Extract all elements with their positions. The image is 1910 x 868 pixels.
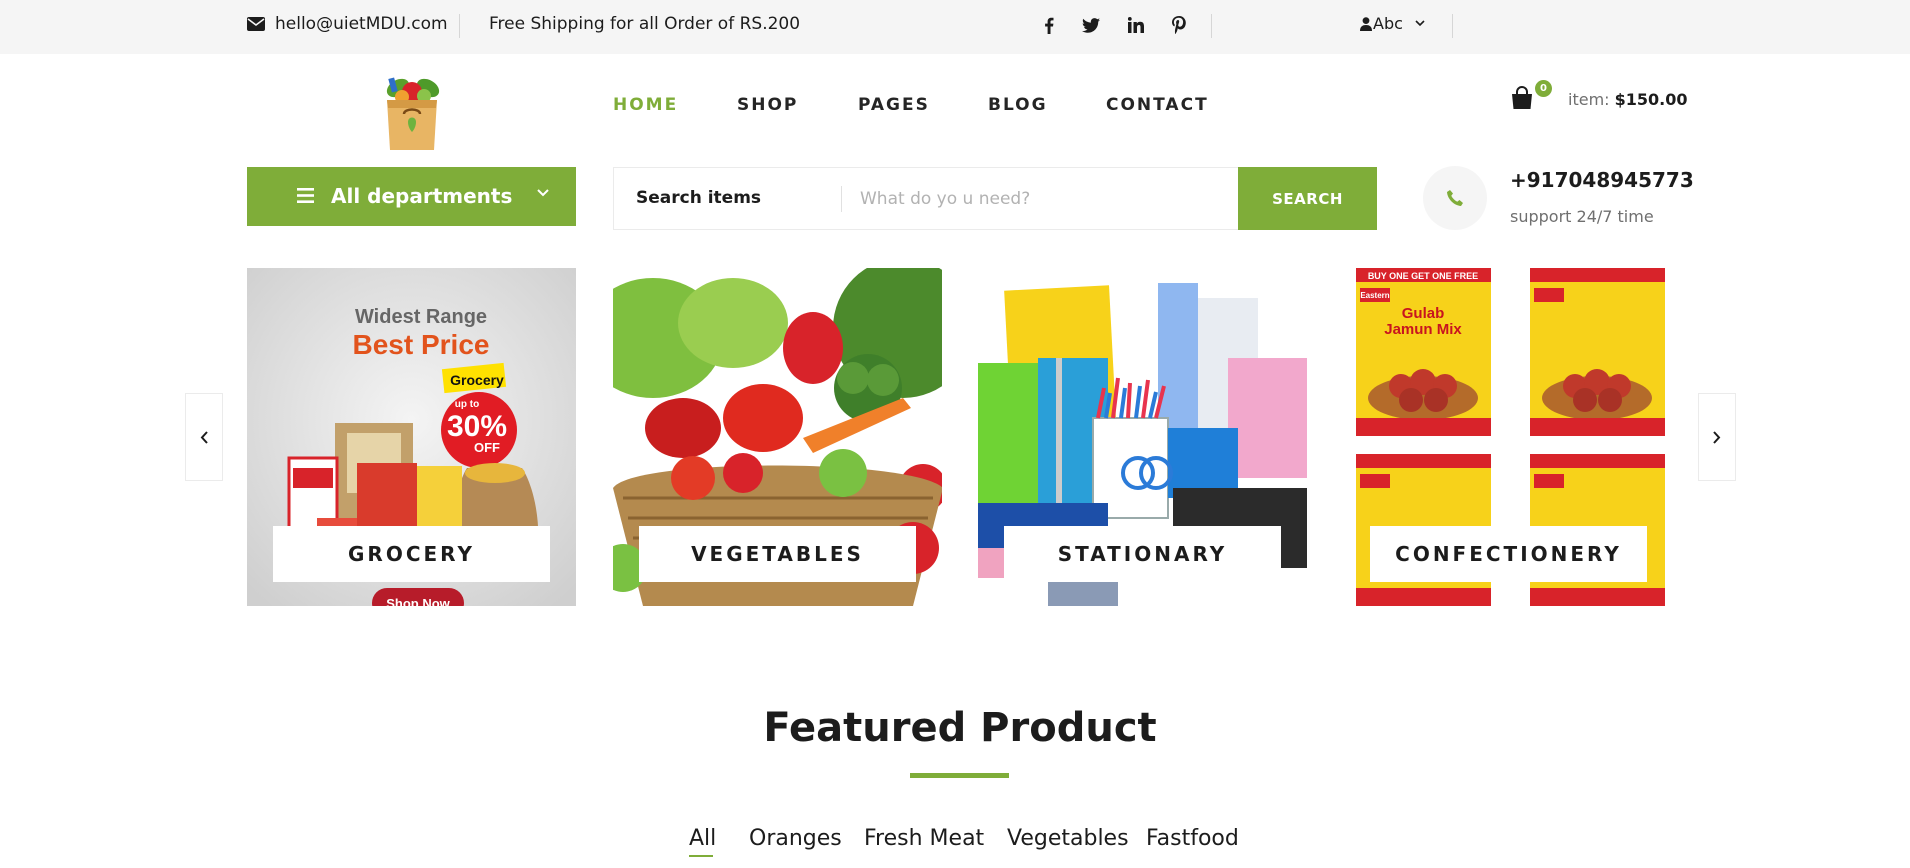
chevron-right-icon: [1713, 430, 1721, 444]
search-button[interactable]: SEARCH: [1238, 167, 1377, 230]
category-card-stationary[interactable]: STATIONARY: [978, 268, 1307, 606]
cart-summary: item: $150.00: [1568, 90, 1688, 109]
chevron-down-icon: [1415, 20, 1425, 27]
promo-upto: up to: [455, 399, 479, 410]
user-label: Abc: [1373, 14, 1403, 33]
filter-vegetables[interactable]: Vegetables: [1007, 826, 1129, 851]
support-text: support 24/7 time: [1510, 207, 1654, 226]
featured-title: Featured Product: [763, 705, 1157, 751]
search-category[interactable]: Search items: [636, 188, 761, 208]
chevron-left-icon: [200, 430, 208, 444]
cart-total: $150.00: [1614, 90, 1688, 109]
promo-tag: Grocery: [450, 372, 504, 388]
nav-contact[interactable]: CONTACT: [1106, 95, 1209, 115]
phone-badge: [1423, 166, 1487, 230]
divider: [1211, 14, 1212, 38]
nav-pages[interactable]: PAGES: [858, 95, 930, 115]
search-input[interactable]: [854, 180, 1239, 218]
filter-fresh-meat[interactable]: Fresh Meat: [864, 826, 984, 851]
divider: [459, 14, 460, 38]
shipping-notice: Free Shipping for all Order of RS.200: [489, 14, 801, 34]
nav-home[interactable]: HOME: [613, 95, 678, 115]
menu-icon: [297, 188, 314, 203]
twitter-icon[interactable]: [1080, 14, 1102, 36]
pack-line2: Jamun Mix: [1384, 321, 1462, 338]
divider: [841, 186, 842, 212]
all-departments-button[interactable]: All departments: [247, 167, 576, 226]
phone-icon: [1447, 190, 1463, 206]
filter-oranges[interactable]: Oranges: [749, 826, 842, 851]
active-filter-underline: [689, 855, 713, 857]
promo-off: OFF: [474, 440, 500, 455]
category-label[interactable]: GROCERY: [273, 526, 550, 582]
carousel-next-button[interactable]: [1698, 393, 1736, 481]
pack-line1: Gulab: [1402, 305, 1445, 322]
carousel-prev-button[interactable]: [185, 393, 223, 481]
user-menu[interactable]: Abc: [1360, 14, 1425, 33]
chevron-down-icon: [537, 189, 549, 197]
cart-button[interactable]: [1510, 85, 1536, 112]
category-card-confectionery[interactable]: BUY ONE GET ONE FREE Eastern Gulab Jamun…: [1344, 268, 1673, 606]
nav-blog[interactable]: BLOG: [988, 95, 1048, 115]
linkedin-icon[interactable]: [1125, 14, 1147, 36]
email-contact[interactable]: hello@uietMDU.com: [247, 14, 448, 34]
category-card-grocery[interactable]: Widest Range Best Price Grocery up to 30…: [247, 268, 576, 606]
title-underline: [910, 773, 1009, 778]
divider: [1452, 14, 1453, 38]
email-text: hello@uietMDU.com: [275, 14, 448, 34]
cart-item-label: item:: [1568, 90, 1610, 109]
mail-icon: [247, 17, 265, 31]
promo-percent: 30%: [447, 410, 507, 443]
category-card-vegetables[interactable]: VEGETABLES: [613, 268, 942, 606]
promo-shop-now: Shop Now: [386, 596, 450, 606]
phone-number[interactable]: +917048945773: [1510, 168, 1694, 192]
pack-banner: BUY ONE GET ONE FREE: [1368, 271, 1478, 281]
departments-label: All departments: [331, 184, 513, 208]
category-label[interactable]: CONFECTIONERY: [1370, 526, 1647, 582]
pinterest-icon[interactable]: [1168, 14, 1190, 36]
top-bar: hello@uietMDU.com Free Shipping for all …: [0, 0, 1910, 54]
facebook-icon[interactable]: [1038, 14, 1060, 36]
user-icon: [1360, 16, 1372, 31]
pack-brand: Eastern: [1360, 291, 1389, 300]
cart-count-badge: 0: [1535, 80, 1552, 97]
promo-line2: Best Price: [353, 329, 490, 360]
promo-line1: Widest Range: [355, 306, 487, 328]
search-bar: Search items SEARCH: [613, 167, 1377, 230]
filter-fastfood[interactable]: Fastfood: [1146, 826, 1239, 851]
category-label[interactable]: STATIONARY: [1004, 526, 1281, 582]
logo[interactable]: [372, 70, 452, 152]
filter-all[interactable]: All: [689, 826, 716, 851]
category-label[interactable]: VEGETABLES: [639, 526, 916, 582]
shopping-bag-icon: [1512, 85, 1532, 109]
nav-shop[interactable]: SHOP: [737, 95, 798, 115]
